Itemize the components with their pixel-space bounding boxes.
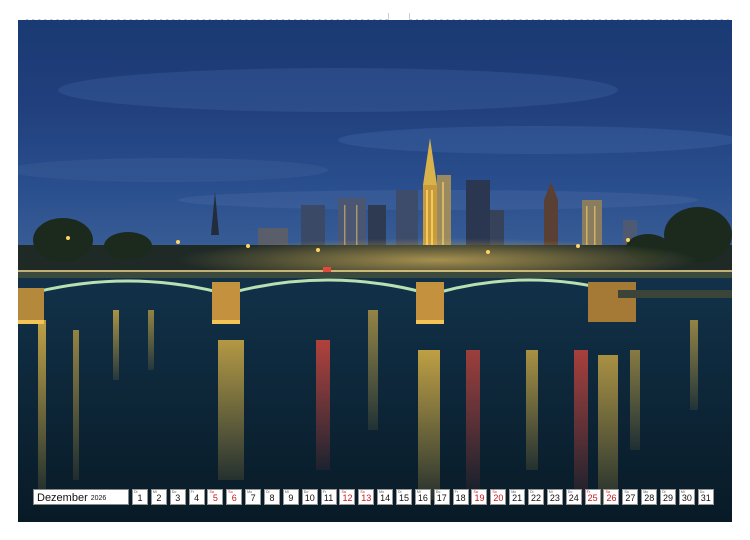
day-number: 15	[399, 493, 410, 503]
day-number: 18	[455, 493, 466, 503]
day-number: 28	[644, 493, 655, 503]
day-number: 1	[137, 493, 143, 503]
day-number: 21	[512, 493, 523, 503]
day-number: 20	[493, 493, 504, 503]
day-cell: Fr 18	[452, 489, 469, 505]
day-number: 31	[700, 493, 711, 503]
day-number: 5	[212, 493, 218, 503]
day-cell: Mi 9	[282, 489, 299, 505]
day-cell: Di 29	[660, 489, 677, 505]
day-number: 26	[606, 493, 617, 503]
day-number: 23	[549, 493, 560, 503]
day-cell: So 13	[358, 489, 375, 505]
day-cell: Di 1	[132, 489, 148, 505]
day-number: 24	[568, 493, 579, 503]
day-cell: Sa 19	[471, 489, 488, 505]
day-cell: Di 22	[528, 489, 545, 505]
day-cell: Mo 21	[509, 489, 526, 505]
day-cell: So 6	[226, 489, 243, 505]
day-number: 27	[625, 493, 636, 503]
year-label: 2026	[90, 495, 107, 502]
day-cell: Do 24	[565, 489, 582, 505]
month-name: Dezember	[37, 492, 88, 504]
day-number: 14	[380, 493, 391, 503]
cloud	[58, 68, 618, 112]
day-cell: Di 15	[396, 489, 413, 505]
day-number: 4	[194, 493, 200, 503]
day-number: 7	[250, 493, 256, 503]
day-cell: Fr 25	[584, 489, 601, 505]
day-cell: Mi 16	[414, 489, 431, 505]
day-number: 3	[175, 493, 181, 503]
day-number: 6	[231, 493, 237, 503]
month-label: Dezember 2026	[33, 489, 129, 505]
day-cell: Sa 26	[603, 489, 620, 505]
day-cell: Sa 12	[339, 489, 356, 505]
day-number: 8	[269, 493, 275, 503]
day-number: 29	[663, 493, 674, 503]
day-cell: Fr 4	[188, 489, 205, 505]
day-number: 16	[417, 493, 428, 503]
day-cell: Mo 7	[245, 489, 262, 505]
day-number: 30	[681, 493, 692, 503]
day-cell: Do 3	[169, 489, 186, 505]
day-number: 17	[436, 493, 447, 503]
day-cell: Di 8	[264, 489, 281, 505]
day-number: 22	[531, 493, 542, 503]
day-number: 13	[361, 493, 372, 503]
cloud	[18, 158, 328, 182]
day-cell: So 27	[622, 489, 639, 505]
day-number: 10	[304, 493, 315, 503]
day-number: 9	[288, 493, 294, 503]
day-cell: Mi 2	[150, 489, 167, 505]
day-cell: Mo 14	[377, 489, 394, 505]
day-number: 19	[474, 493, 485, 503]
day-cell: So 20	[490, 489, 507, 505]
day-cell: Do 31	[697, 489, 714, 505]
calendar-grid: Dezember 2026 Di 1 Mi 2 Do 3 Fr 4 Sa 5 So 6 Mo 7 Di 8 Mi 9…	[33, 488, 717, 506]
day-cell: Mo 28	[641, 489, 658, 505]
day-number: 25	[587, 493, 598, 503]
day-cell: Sa 5	[207, 489, 224, 505]
day-number: 11	[323, 493, 334, 503]
day-cells: Di 1 Mi 2 Do 3 Fr 4 Sa 5 So 6 Mo 7 Di 8 Mi 9 Do 10 Fr 11 Sa 12 S…	[132, 489, 717, 505]
calendar-photo	[18, 20, 732, 522]
day-cell: Do 17	[433, 489, 450, 505]
day-number: 12	[342, 493, 353, 503]
day-cell: Mi 23	[546, 489, 563, 505]
cloud	[338, 126, 732, 154]
day-cell: Do 10	[301, 489, 318, 505]
skyline-photo-svg	[18, 20, 732, 522]
day-cell: Mi 30	[678, 489, 695, 505]
day-cell: Fr 11	[320, 489, 337, 505]
day-number: 2	[156, 493, 162, 503]
